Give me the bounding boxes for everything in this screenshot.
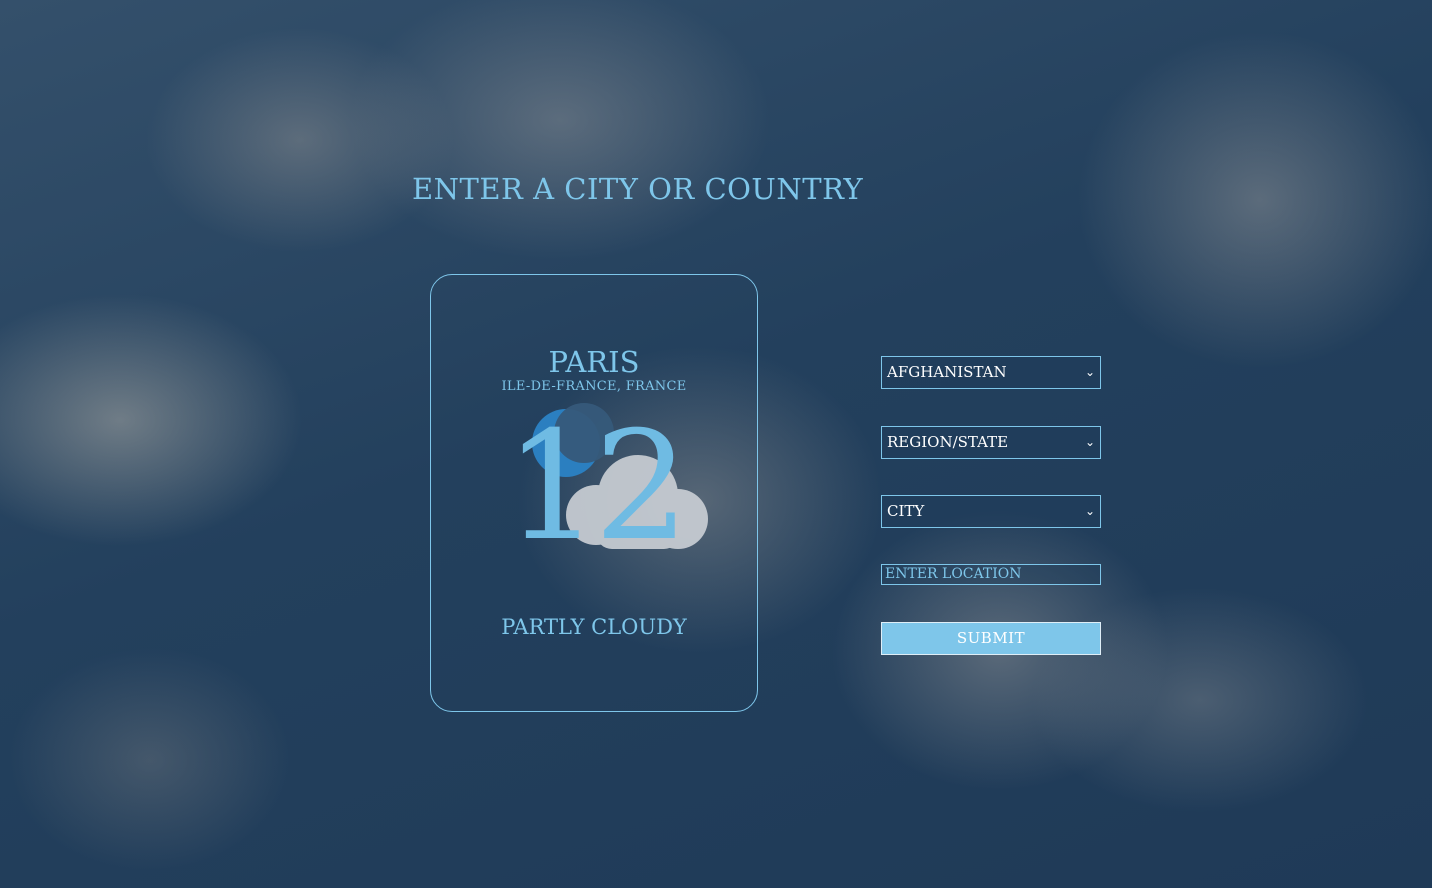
city-select[interactable]: CITY ⌄ — [881, 495, 1101, 528]
region-select[interactable]: REGION/STATE ⌄ — [881, 426, 1101, 459]
chevron-down-icon: ⌄ — [1084, 435, 1095, 449]
country-select[interactable]: AFGHANISTAN ⌄ — [881, 356, 1101, 389]
page-title: ENTER A CITY OR COUNTRY — [412, 172, 864, 206]
temperature: 12 — [504, 400, 690, 574]
city-select-value: CITY — [887, 502, 925, 520]
location-input-placeholder: ENTER LOCATION — [885, 566, 1022, 582]
region-select-value: REGION/STATE — [887, 433, 1009, 451]
city-name: PARIS — [548, 345, 640, 379]
submit-button[interactable]: SUBMIT — [881, 622, 1101, 655]
country-select-value: AFGHANISTAN — [887, 363, 1007, 381]
region-name: ILE-DE-FRANCE, FRANCE — [501, 379, 687, 394]
chevron-down-icon: ⌄ — [1084, 365, 1095, 379]
weather-card: PARIS ILE-DE-FRANCE, FRANCE 12 PARTLY CL… — [430, 274, 758, 712]
location-input[interactable]: ENTER LOCATION — [881, 564, 1101, 585]
weather-condition: PARTLY CLOUDY — [501, 615, 687, 639]
chevron-down-icon: ⌄ — [1084, 504, 1095, 518]
